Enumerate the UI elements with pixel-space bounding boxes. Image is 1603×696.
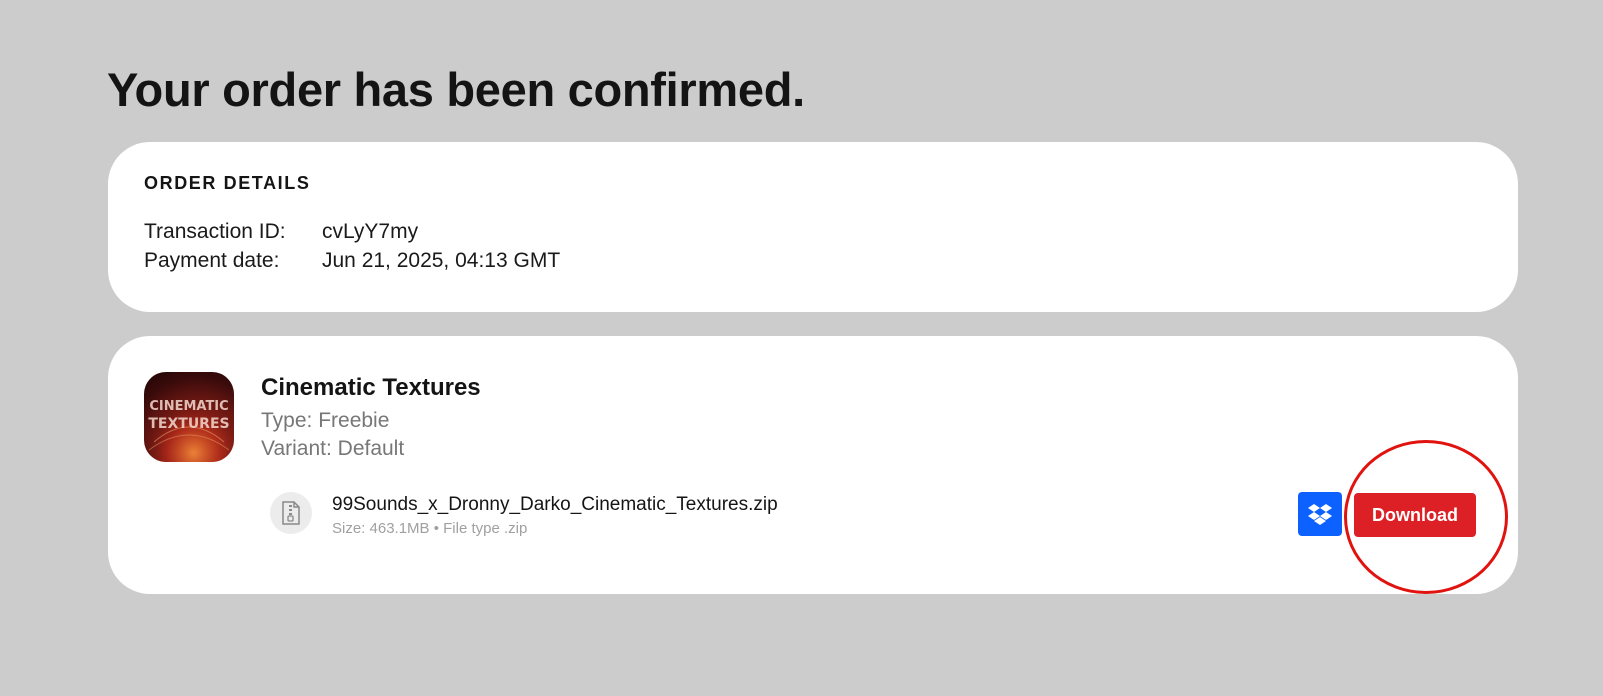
- payment-date-value: Jun 21, 2025, 04:13 GMT: [322, 249, 561, 272]
- product-type: Type: Freebie: [261, 409, 390, 432]
- file-meta: Size: 463.1MB • File type .zip: [332, 520, 528, 537]
- product-thumbnail: CINEMATIC TEXTURES: [144, 372, 234, 462]
- payment-date-row: Payment date: Jun 21, 2025, 04:13 GMT: [144, 249, 560, 273]
- page-title: Your order has been confirmed.: [107, 63, 805, 116]
- product-card: CINEMATIC TEXTURES Cinematic Textures Ty…: [108, 336, 1518, 594]
- save-to-dropbox-button[interactable]: [1298, 492, 1342, 536]
- order-confirmation-page: Your order has been confirmed. ORDER DET…: [0, 0, 1603, 696]
- transaction-id-value: cvLyY7my: [322, 220, 419, 243]
- file-name: 99Sounds_x_Dronny_Darko_Cinematic_Textur…: [332, 494, 778, 515]
- product-variant: Variant: Default: [261, 437, 405, 460]
- zip-file-icon: [270, 492, 312, 534]
- thumbnail-line1: CINEMATIC: [149, 399, 228, 414]
- payment-date-label: Payment date:: [144, 249, 280, 272]
- transaction-id-row: Transaction ID: cvLyY7my: [144, 220, 418, 244]
- order-details-heading: ORDER DETAILS: [144, 173, 311, 193]
- cinematic-textures-cover-icon: CINEMATIC TEXTURES: [144, 372, 234, 462]
- download-button[interactable]: Download: [1354, 493, 1476, 537]
- transaction-id-label: Transaction ID:: [144, 220, 286, 243]
- product-name: Cinematic Textures: [261, 374, 481, 401]
- dropbox-icon: [1308, 504, 1332, 525]
- thumbnail-line2: TEXTURES: [148, 416, 229, 432]
- order-details-card: ORDER DETAILS Transaction ID: cvLyY7my Pa…: [108, 142, 1518, 312]
